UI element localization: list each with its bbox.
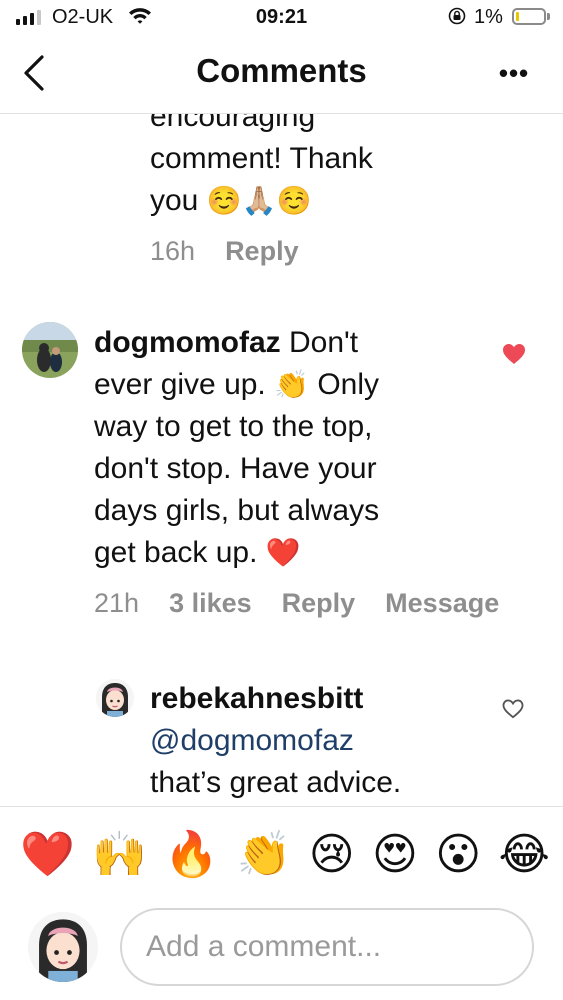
reactions-divider: [0, 806, 563, 807]
status-bar: O2-UK 09:21 1%: [0, 0, 563, 36]
comment-text: dogmomofaz Don't ever give up. 👏 Only wa…: [94, 322, 514, 574]
comment-username[interactable]: rebekahnesbitt: [150, 682, 363, 715]
comment-line: @dogmomofaz: [150, 720, 490, 762]
comment-text: encouraging comment! Thank you ☺️🙏🏼☺️: [150, 114, 510, 222]
comment-line: way to get to the top,: [94, 410, 373, 443]
battery-icon: [512, 8, 546, 25]
battery-nub: [547, 13, 550, 20]
page-title: Comments: [196, 52, 367, 89]
laughing-reaction[interactable]: 😂: [499, 825, 550, 885]
comment-input[interactable]: [144, 910, 528, 984]
red-heart-emoji: ❤️: [265, 537, 301, 568]
surprised-reaction[interactable]: 😮: [435, 825, 481, 885]
fire-reaction[interactable]: 🔥: [164, 825, 219, 885]
comment-time: 16h: [150, 236, 196, 266]
comment-line: get back up. ❤️: [94, 536, 301, 569]
cartoon-girl-avatar: [96, 679, 134, 717]
comment: dogmomofaz Don't ever give up. 👏 Only wa…: [94, 322, 514, 619]
battery-level: [516, 12, 519, 21]
comment-line: ever give up. 👏 Only: [94, 368, 380, 401]
comment-line: comment! Thank: [150, 142, 373, 175]
comment-time: 21h: [94, 588, 140, 618]
comment-line: encouraging: [150, 114, 316, 133]
mention-link[interactable]: @dogmomofaz: [150, 724, 354, 757]
comment-line: dogmomofaz Don't: [94, 326, 359, 359]
more-options-icon[interactable]: •••: [497, 58, 531, 88]
heart-reaction[interactable]: ❤️: [20, 825, 75, 885]
heart-outline-icon[interactable]: [502, 699, 524, 719]
likes-count[interactable]: 3 likes: [169, 588, 252, 619]
reply-button[interactable]: Reply: [225, 236, 299, 267]
battery-percent: 1%: [474, 6, 503, 28]
liked-heart-icon[interactable]: [502, 343, 526, 365]
smile-pray-emojis: ☺️🙏🏼☺️: [206, 185, 312, 216]
comment-reply: rebekahnesbitt @dogmomofaz that’s great …: [150, 678, 490, 804]
quick-reactions-bar: ❤️ 🙌 🔥 👏 😢 😍 😮 😂: [20, 825, 550, 885]
comment-line: rebekahnesbitt: [150, 678, 490, 720]
rotation-lock-icon: [448, 7, 466, 25]
crying-reaction[interactable]: 😢: [309, 825, 355, 885]
comment-line: that’s great advice.: [150, 766, 402, 799]
avatar[interactable]: [22, 322, 78, 378]
my-avatar: [28, 912, 98, 982]
clap-emoji: 👏: [274, 369, 309, 400]
reply-button[interactable]: Reply: [282, 588, 356, 619]
comment-composer[interactable]: [120, 908, 534, 986]
comments-list[interactable]: encouraging comment! Thank you ☺️🙏🏼☺️ 16…: [0, 114, 563, 806]
cartoon-girl-avatar: [28, 912, 98, 982]
dog-photo-avatar: [22, 322, 78, 378]
heart-eyes-reaction[interactable]: 😍: [372, 825, 418, 885]
avatar[interactable]: [96, 679, 134, 717]
comment-username[interactable]: dogmomofaz: [94, 326, 281, 359]
comment-meta: 16h Reply: [150, 236, 510, 267]
comment-line: days girls, but always: [94, 494, 380, 527]
message-button[interactable]: Message: [385, 588, 499, 619]
clap-reaction[interactable]: 👏: [237, 825, 292, 885]
comment-line: you ☺️🙏🏼☺️: [150, 184, 312, 217]
comment-text: rebekahnesbitt @dogmomofaz that’s great …: [150, 678, 490, 804]
raising-hands-reaction[interactable]: 🙌: [92, 825, 147, 885]
comment-reply: encouraging comment! Thank you ☺️🙏🏼☺️ 16…: [150, 114, 510, 267]
comment-line: don't stop. Have your: [94, 452, 377, 485]
comment-meta: 21h 3 likes Reply Message: [94, 588, 514, 619]
